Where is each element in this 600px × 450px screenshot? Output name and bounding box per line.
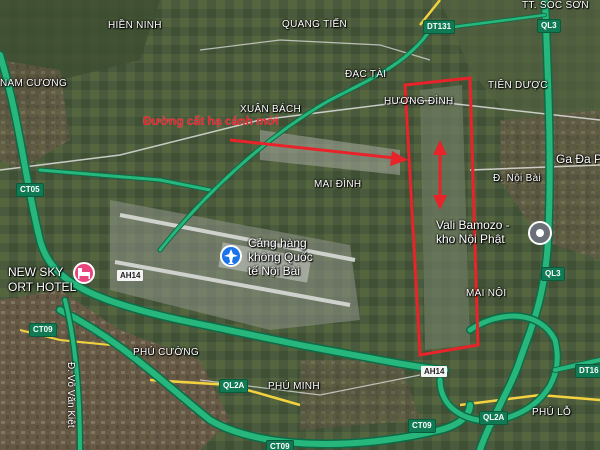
bed-icon[interactable] <box>73 262 95 284</box>
place-phu-minh: PHÚ MINH <box>268 381 320 392</box>
shield-ah14-left: AH14 <box>117 270 144 281</box>
place-hien-ninh: HIỀN NINH <box>108 20 162 31</box>
place-xuan-bach: XUÂN BÁCH <box>240 104 302 115</box>
place-dac-tai: ĐẠC TÀI <box>345 69 387 80</box>
shield-dt16: DT16 <box>575 364 600 378</box>
shield-dt131: DT131 <box>423 20 456 34</box>
shield-ah14-mid: AH14 <box>421 366 448 377</box>
place-huong-dinh: HƯƠNG ĐÌNH <box>384 96 454 107</box>
shield-ql2a-right: QL2A <box>479 411 509 425</box>
shield-ct09-foot: CT09 <box>266 440 294 450</box>
shield-ql2a-left: QL2A <box>219 379 249 393</box>
airplane-icon[interactable] <box>220 245 242 267</box>
shield-ql3-top: QL3 <box>537 19 561 33</box>
place-quang-tien: QUANG TIẾN <box>282 19 348 30</box>
map-pin-icon[interactable] <box>528 221 552 245</box>
place-phu-cuong: PHÚ CƯỜNG <box>133 347 199 358</box>
shield-ct09-left: CT09 <box>29 323 57 337</box>
place-noi-bai-airport[interactable]: Cảng hàng không Quốc tế Nội Bài <box>248 236 313 278</box>
place-tt-soc-son: TT. SÓC SƠN <box>522 0 589 11</box>
shield-ql3-mid: QL3 <box>541 267 565 281</box>
place-ga-da-phuc: Ga Đa P <box>556 152 600 166</box>
place-vali-bamozo[interactable]: Vali Bamozo - kho Nội Phật <box>436 218 510 246</box>
place-tien-duoc: TIÊN DƯỢC <box>488 80 548 91</box>
satellite-map[interactable]: Đường cất hạ cánh mới HIỀN NINH QUANG TI… <box>0 0 600 450</box>
shield-ct05: CT05 <box>16 183 44 197</box>
new-runway-label: Đường cất hạ cánh mới <box>143 114 279 128</box>
road-label-noi-bai: Đ. Nội Bài <box>493 173 542 184</box>
place-new-sky-hotel[interactable]: NEW SKY ORT HOTEL <box>8 265 76 295</box>
place-phu-lo: PHÚ LỖ <box>532 407 572 418</box>
place-nam-cuong: NAM CƯƠNG <box>0 78 68 89</box>
place-mai-dinh: MAI ĐÌNH <box>314 179 362 190</box>
shield-ct09-bottom: CT09 <box>408 419 436 433</box>
road-label-vo-van-kiet: Đ. Võ Văn Kiệt <box>65 362 76 428</box>
place-mai-noi: MAI NỘI <box>466 288 507 299</box>
